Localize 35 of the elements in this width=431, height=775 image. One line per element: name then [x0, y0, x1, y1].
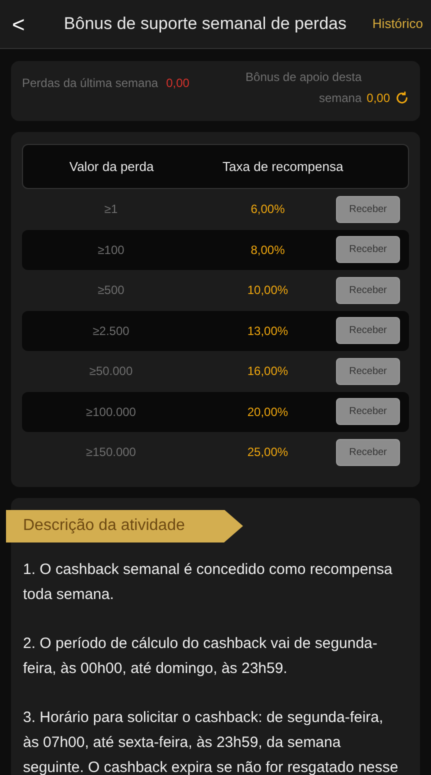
reward-rate: 13,00%	[246, 322, 290, 340]
description-paragraph: 1. O cashback semanal é concedido como recompensa toda semana.	[23, 560, 394, 604]
receive-button[interactable]: Receber	[336, 236, 400, 264]
loss-value: ≥50.000	[88, 363, 134, 380]
reward-rate: 10,00%	[246, 282, 290, 300]
receive-button[interactable]: Receber	[336, 398, 400, 426]
receive-button[interactable]: Receber	[336, 438, 400, 466]
section-title-banner: Descrição da atividade	[6, 510, 243, 542]
reward-rate: 16,00%	[246, 363, 290, 380]
loss-value: ≥500	[96, 282, 126, 300]
receive-button[interactable]: Receber	[336, 358, 400, 385]
description-paragraph: 2. O período de cálculo do cashback vai de segunda-feira, às 00h00, até domingo, às 23h59.	[23, 634, 378, 678]
loss-value: ≥100.000	[85, 404, 137, 421]
receive-button[interactable]: Receber	[336, 196, 400, 223]
history-link[interactable]: Histórico	[372, 14, 423, 34]
last-week-value: 0,00	[166, 75, 190, 92]
reward-rate: 20,00%	[246, 404, 290, 421]
column-header: Taxa de recompensa	[222, 158, 344, 176]
loss-value: ≥100	[96, 242, 126, 259]
column-header: Valor da perda	[68, 158, 155, 176]
receive-button[interactable]: Receber	[336, 317, 400, 344]
loss-value: ≥1	[103, 201, 119, 218]
reward-rate: 8,00%	[250, 242, 286, 259]
back-button[interactable]: <	[8, 8, 38, 40]
reward-rate: 25,00%	[246, 444, 290, 462]
bonus-label: Bônus de apoio desta semana	[244, 69, 362, 107]
description-paragraph: 3. Horário para solicitar o cashback: de segunda-feira, às 07h00, até sexta-feira, às 23h59, da semana seguinte. O cashback expira se não for resgatado nesse	[23, 708, 400, 775]
reward-rate: 6,00%	[250, 201, 286, 218]
last-week-label: Perdas da última semana	[22, 75, 158, 92]
loss-value: ≥2.500	[92, 322, 130, 340]
receive-button[interactable]: Receber	[336, 276, 400, 304]
page-title: Bônus de suporte semanal de perdas	[62, 13, 348, 35]
bonus-value: 0,00	[366, 90, 390, 107]
loss-value: ≥150.000	[85, 444, 137, 462]
refresh-icon[interactable]	[395, 91, 409, 105]
